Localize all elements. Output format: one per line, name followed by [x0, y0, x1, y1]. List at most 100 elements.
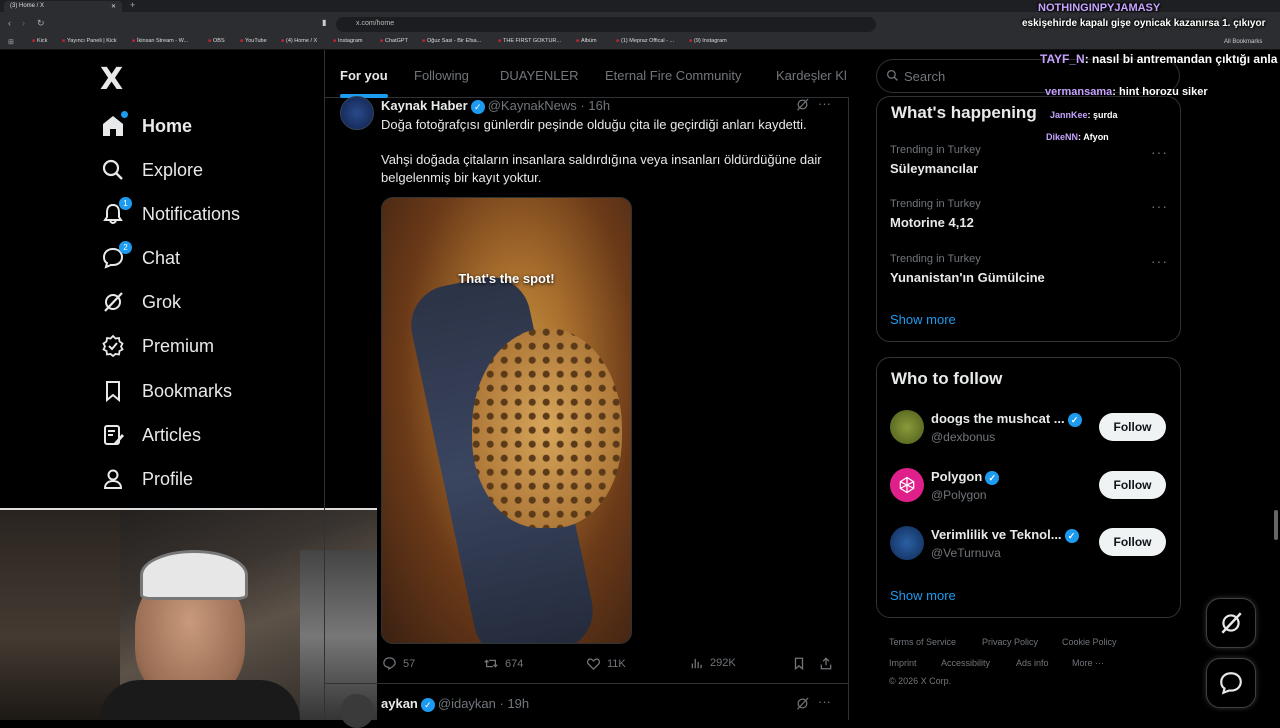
bookmark-tweet-icon[interactable] [792, 656, 806, 676]
footer-link[interactable]: Terms of Service [889, 637, 956, 647]
nav-chat[interactable]: 2 Chat [100, 238, 180, 278]
more-options-icon[interactable]: ··· [818, 96, 831, 111]
bookmark-item[interactable]: ChatGPT [380, 38, 408, 44]
new-tab-icon[interactable]: + [130, 0, 135, 10]
nav-articles[interactable]: Articles [100, 415, 201, 455]
follow-handle: @VeTurnuva [931, 546, 1001, 560]
grok-explain-icon[interactable] [795, 97, 810, 117]
tweet-avatar[interactable] [340, 96, 374, 130]
bookmark-item[interactable]: YouTube [240, 38, 267, 44]
page-scrollbar[interactable] [1274, 510, 1278, 540]
bookmark-item[interactable]: OBS [208, 38, 225, 44]
like-button[interactable]: 11K [586, 656, 626, 671]
next-tweet-time[interactable]: · 19h [500, 696, 530, 711]
show-more-trends-link[interactable]: Show more [890, 312, 956, 327]
nav-bookmarks[interactable]: Bookmarks [100, 371, 232, 411]
next-tweet-author-name[interactable]: aykan [381, 696, 418, 711]
tweet-author-name[interactable]: Kaynak Haber [381, 98, 468, 113]
polygon-avatar[interactable] [890, 468, 924, 502]
heart-icon [587, 658, 600, 671]
tab-eternal-fire[interactable]: Eternal Fire Community [605, 68, 742, 83]
nav-grok[interactable]: Grok [100, 282, 181, 322]
trend-meta: Trending in Turkey [890, 144, 981, 156]
follow-name-text: doogs the mushcat ... [931, 411, 1065, 426]
footer-link[interactable]: Ads info [1016, 658, 1049, 668]
repost-button[interactable]: 674 [483, 656, 523, 671]
bookmark-item[interactable]: Yayıncı Paneli | Kick [62, 38, 117, 44]
follow-button[interactable]: Follow [1099, 528, 1166, 556]
chat-fab-button[interactable] [1206, 658, 1256, 708]
follow-button[interactable]: Follow [1099, 413, 1166, 441]
trend-name[interactable]: Yunanistan'ın Gümülcine [890, 270, 1045, 285]
nav-label: Premium [142, 335, 215, 356]
home-icon [100, 111, 128, 139]
reload-icon[interactable]: ↻ [37, 18, 45, 29]
follow-name[interactable]: Verimlilik ve Teknol... ✓ [931, 527, 1082, 543]
follow-name[interactable]: Polygon ✓ [931, 469, 1002, 485]
views-button[interactable]: 292K [690, 656, 736, 670]
nav-home[interactable]: Home [100, 106, 192, 146]
footer-link[interactable]: Privacy Policy [982, 637, 1038, 647]
tab-duayenler[interactable]: DUAYENLER [500, 68, 579, 83]
bookmark-item[interactable]: Oğuz Sasi - Bir Efsa... [422, 38, 481, 44]
webcam-overlay [0, 508, 377, 720]
follow-avatar[interactable] [890, 526, 924, 560]
reply-button[interactable]: 57 [382, 656, 415, 671]
tab-kardesler[interactable]: Kardeşler Kl [776, 68, 849, 83]
chat-user: NOTHINGINPYJAMASY [1038, 2, 1161, 14]
trend-name[interactable]: Süleymancılar [890, 161, 978, 176]
close-icon[interactable]: ✕ [111, 3, 116, 10]
nav-premium[interactable]: Premium [100, 326, 214, 366]
follow-name-text: Verimlilik ve Teknol... [931, 527, 1062, 542]
next-tweet-handle[interactable]: @idaykan [438, 696, 496, 711]
more-options-icon[interactable]: ··· [818, 694, 831, 709]
tweet-time[interactable]: · 16h [580, 98, 610, 113]
forward-icon[interactable]: › [22, 18, 25, 28]
trend-more-icon[interactable]: ··· [1151, 144, 1168, 160]
chat-text: Afyon [1083, 132, 1109, 142]
headset [140, 550, 248, 600]
grok-fab-button[interactable] [1206, 598, 1256, 648]
footer-link[interactable]: Cookie Policy [1062, 637, 1117, 647]
trend-more-icon[interactable]: ··· [1151, 253, 1168, 269]
all-bookmarks[interactable]: All Bookmarks [1224, 39, 1262, 45]
show-more-follows-link[interactable]: Show more [890, 588, 956, 603]
trend-more-icon[interactable]: ··· [1151, 198, 1168, 214]
grok-explain-icon[interactable] [795, 696, 810, 716]
nav-notifications[interactable]: 1 Notifications [100, 194, 240, 234]
next-tweet-avatar[interactable] [340, 694, 374, 728]
bookmark-item[interactable]: Albüm [576, 38, 597, 44]
nav-profile[interactable]: Profile [100, 459, 193, 499]
footer-link[interactable]: Accessibility [941, 658, 990, 668]
chat-text: nasıl bi antremandan çıktığı anla [1092, 52, 1278, 66]
follow-name[interactable]: doogs the mushcat ... ✓ [931, 411, 1085, 427]
tab-following[interactable]: Following [414, 68, 469, 83]
x-logo[interactable]: X [100, 62, 123, 97]
bookmark-item[interactable]: İkinsan Stream - W... [132, 38, 188, 44]
chat-message: JannKee: şurda [1050, 110, 1118, 120]
bookmark-item[interactable]: Instagram [333, 38, 362, 44]
share-icon[interactable] [819, 656, 833, 676]
back-icon[interactable]: ‹ [8, 18, 11, 28]
footer-link[interactable]: More ··· [1072, 658, 1104, 668]
tab-for-you[interactable]: For you [340, 68, 388, 83]
tweet-video[interactable]: That's the spot! [381, 197, 632, 644]
bookmark-item[interactable]: (9) Instagram [689, 38, 727, 44]
footer-link[interactable]: Imprint [889, 658, 917, 668]
bookmark-item[interactable]: THE FIRST GOKTUR... [498, 38, 561, 44]
bookmark-item[interactable]: (4) Home / X [281, 38, 317, 44]
nav-label: Articles [142, 424, 202, 445]
nav-explore[interactable]: Explore [100, 150, 203, 190]
bookmark-item[interactable]: (1) Mepraz Offical - ... [616, 38, 674, 44]
chat-user: DikeNN [1046, 132, 1079, 142]
follow-button[interactable]: Follow [1099, 471, 1166, 499]
bookmark-page-icon[interactable]: ▮ [322, 18, 326, 27]
follow-avatar[interactable] [890, 410, 924, 444]
trend-name[interactable]: Motorine 4,12 [890, 215, 974, 230]
tweet-author-handle[interactable]: @KaynakNews [488, 98, 577, 113]
url-field[interactable]: x.com/home [336, 17, 876, 32]
premium-icon [100, 333, 126, 359]
browser-tab[interactable]: (3) Home / X ✕ [4, 1, 122, 12]
bookmark-item[interactable]: Kick [32, 38, 47, 44]
apps-icon[interactable]: ⊞ [8, 38, 14, 46]
